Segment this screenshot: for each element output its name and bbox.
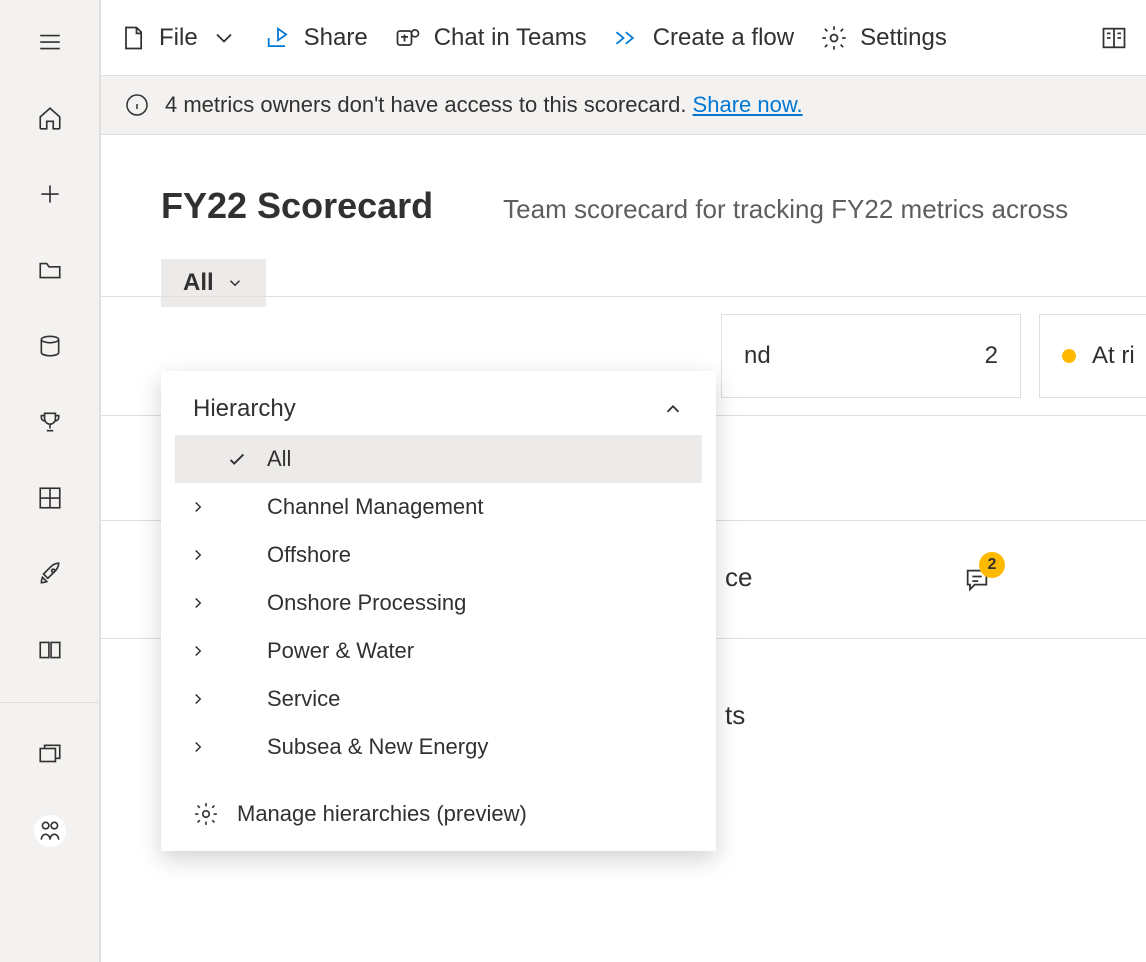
chat-label: Chat in Teams [434, 24, 587, 52]
trophy-icon[interactable] [26, 398, 74, 446]
plus-icon[interactable] [26, 170, 74, 218]
status-label-fragment: At ri [1092, 342, 1135, 370]
left-navigation-rail [0, 0, 100, 962]
reading-view-icon[interactable] [1100, 24, 1128, 52]
chevron-right-icon [189, 690, 207, 708]
chevron-down-icon [226, 274, 244, 292]
hierarchy-item-label: Onshore Processing [267, 590, 688, 616]
info-icon [125, 93, 149, 117]
comment-indicator[interactable]: 2 [963, 566, 991, 594]
chevron-right-icon [189, 738, 207, 756]
rail-divider [0, 702, 99, 703]
check-icon [225, 448, 249, 470]
hamburger-menu-icon[interactable] [26, 18, 74, 66]
manage-hierarchies-label: Manage hierarchies (preview) [237, 801, 527, 827]
create-flow-button[interactable]: Create a flow [613, 24, 794, 52]
hierarchy-item[interactable]: Power & Water [175, 627, 702, 675]
datahub-icon[interactable] [26, 322, 74, 370]
chevron-right-icon [189, 642, 207, 660]
apps-icon[interactable] [26, 474, 74, 522]
hierarchy-item-label: Service [267, 686, 688, 712]
status-count: 2 [985, 342, 998, 370]
share-now-link[interactable]: Share now. [693, 92, 803, 117]
chevron-down-icon [210, 24, 238, 52]
hierarchy-item[interactable]: Channel Management [175, 483, 702, 531]
status-label-fragment: nd [744, 342, 771, 370]
notice-text: 4 metrics owners don't have access to th… [165, 92, 803, 118]
learn-icon[interactable] [26, 626, 74, 674]
status-card[interactable]: nd 2 [721, 314, 1021, 398]
chevron-right-icon [189, 498, 207, 516]
scorecard-content: FY22 Scorecard Team scorecard for tracki… [101, 135, 1146, 307]
hierarchy-item[interactable]: Service [175, 675, 702, 723]
access-notice-bar: 4 metrics owners don't have access to th… [101, 76, 1146, 135]
status-card-at-risk[interactable]: At ri [1039, 314, 1146, 398]
comment-count-badge: 2 [979, 552, 1005, 578]
share-button[interactable]: Share [264, 24, 368, 52]
chat-teams-button[interactable]: Chat in Teams [394, 24, 587, 52]
share-label: Share [304, 24, 368, 52]
manage-hierarchies-button[interactable]: Manage hierarchies (preview) [175, 771, 702, 827]
hierarchy-item-label: Channel Management [267, 494, 688, 520]
home-icon[interactable] [26, 94, 74, 142]
hierarchy-item[interactable]: All [175, 435, 702, 483]
hierarchy-item-label: Subsea & New Energy [267, 734, 688, 760]
hierarchy-item-label: All [267, 446, 688, 472]
page-title: FY22 Scorecard [161, 185, 433, 227]
chevron-right-icon [189, 594, 207, 612]
hierarchy-item[interactable]: Offshore [175, 531, 702, 579]
metric-name-fragment: ts [725, 700, 745, 731]
status-dot-yellow [1062, 349, 1076, 363]
file-label: File [159, 24, 198, 52]
chevron-up-icon [662, 398, 684, 420]
settings-button[interactable]: Settings [820, 24, 947, 52]
hierarchy-item-label: Offshore [267, 542, 688, 568]
hierarchy-item[interactable]: Subsea & New Energy [175, 723, 702, 771]
folder-icon[interactable] [26, 246, 74, 294]
workspaces-icon[interactable] [26, 731, 74, 779]
page-subtitle: Team scorecard for tracking FY22 metrics… [503, 194, 1068, 225]
filter-chip-label: All [183, 269, 214, 297]
metric-name-fragment: ce [725, 562, 752, 593]
rocket-icon[interactable] [26, 550, 74, 598]
hierarchy-item[interactable]: Onshore Processing [175, 579, 702, 627]
gear-icon [193, 801, 219, 827]
hierarchy-dropdown: Hierarchy All Channel Management Offshore O… [161, 371, 716, 851]
file-menu[interactable]: File [119, 24, 238, 52]
settings-label: Settings [860, 24, 947, 52]
workspace-people-icon[interactable] [26, 807, 74, 855]
dropdown-title: Hierarchy [193, 395, 296, 423]
flow-label: Create a flow [653, 24, 794, 52]
top-toolbar: File Share Chat in Teams Create a flow S… [101, 0, 1146, 76]
dropdown-header[interactable]: Hierarchy [175, 395, 702, 435]
hierarchy-item-label: Power & Water [267, 638, 688, 664]
chevron-right-icon [189, 546, 207, 564]
main-area: File Share Chat in Teams Create a flow S… [100, 0, 1146, 962]
